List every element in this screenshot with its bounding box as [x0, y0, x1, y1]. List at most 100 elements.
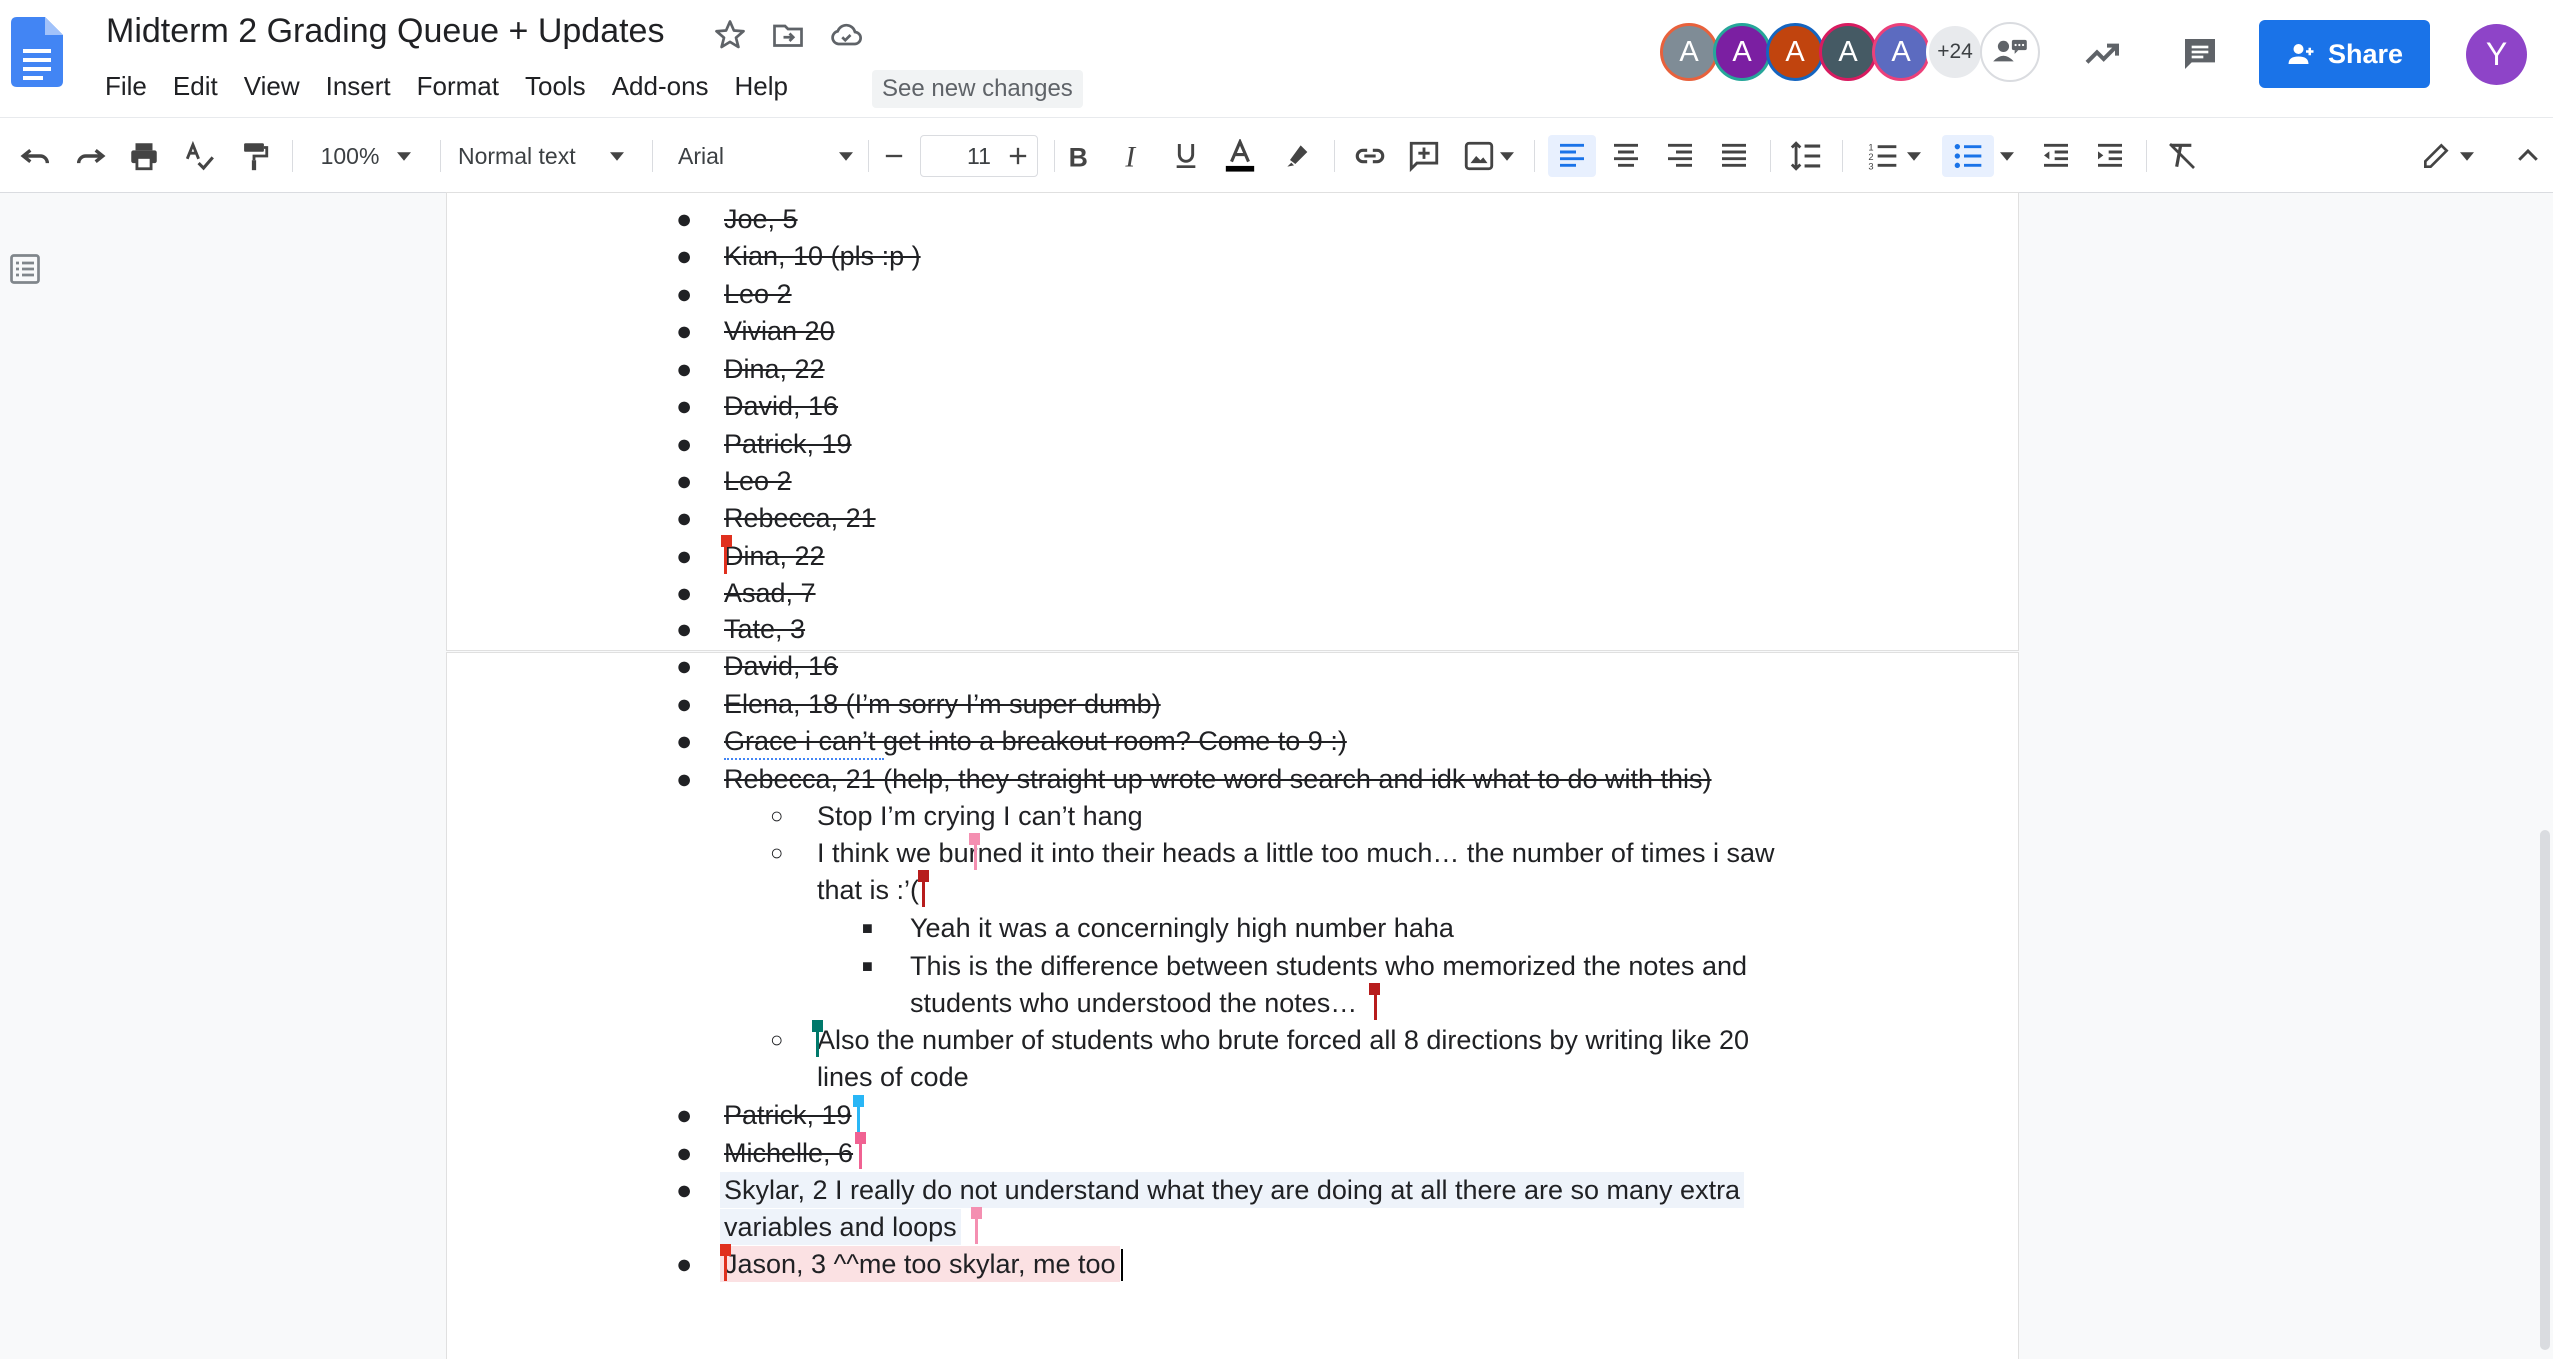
star-icon[interactable] [712, 17, 748, 53]
highlight-color-icon[interactable] [1276, 135, 1320, 177]
align-left-icon[interactable] [1548, 135, 1596, 177]
bullet: ● [676, 204, 693, 234]
list-item[interactable]: Leo 2 [724, 276, 792, 312]
zoom-select[interactable]: 100% [306, 135, 426, 177]
menu-file[interactable]: File [92, 68, 160, 104]
hide-menus-chevron-up-icon[interactable] [2510, 135, 2546, 177]
editing-mode-button[interactable] [2412, 135, 2482, 177]
menu-addons[interactable]: Add-ons [599, 68, 722, 104]
insert-image-icon[interactable] [1456, 135, 1520, 177]
list-item-highlighted[interactable]: Skylar, 2 I really do not understand wha… [720, 1172, 1745, 1208]
comments-icon[interactable] [2178, 34, 2222, 74]
menu-tools[interactable]: Tools [512, 68, 599, 104]
align-justify-icon[interactable] [1710, 135, 1758, 177]
menu-format[interactable]: Format [404, 68, 512, 104]
list-item[interactable]: Dina, 22 [724, 538, 825, 574]
increase-indent-icon[interactable] [2088, 135, 2132, 177]
list-item[interactable]: This is the difference between students … [910, 948, 1747, 984]
pencil-icon [2424, 143, 2449, 168]
document-outline-icon[interactable] [7, 251, 43, 287]
bold-icon[interactable]: B [1056, 135, 1100, 177]
more-collaborators-count[interactable]: +24 [1926, 23, 1984, 81]
collaborator-avatar[interactable]: A [1660, 23, 1718, 81]
list-item[interactable]: Patrick, 19 [724, 1097, 852, 1133]
list-item[interactable]: Kian, 10 (pls :p ) [724, 238, 921, 274]
cloud-saved-icon[interactable] [828, 17, 864, 53]
list-item-continuation[interactable]: lines of code [817, 1059, 969, 1095]
viewers-icon[interactable] [1980, 22, 2040, 82]
account-avatar[interactable]: Y [2466, 24, 2527, 85]
bullet: ● [676, 541, 693, 571]
insert-link-icon[interactable] [1348, 135, 1392, 177]
menu-view[interactable]: View [231, 68, 313, 104]
list-item[interactable]: Rebecca, 21 [724, 500, 876, 536]
paint-format-icon[interactable] [232, 135, 276, 177]
list-item[interactable]: Elena, 18 (I’m sorry I’m super dumb) [724, 686, 1161, 722]
spellcheck-icon[interactable] [178, 135, 222, 177]
text-color-icon[interactable] [1218, 135, 1262, 177]
list-item[interactable]: Vivian 20 [724, 313, 835, 349]
list-item-continuation[interactable]: that is :’( [817, 872, 919, 908]
align-center-icon[interactable] [1602, 135, 1650, 177]
activity-trend-icon[interactable] [2080, 34, 2124, 74]
bullet: ● [676, 689, 693, 719]
list-item[interactable]: David, 16 [724, 388, 838, 424]
align-right-icon[interactable] [1656, 135, 1704, 177]
see-new-changes-button[interactable]: See new changes [872, 70, 1083, 108]
list-item-continuation[interactable]: variables and loops [720, 1209, 961, 1245]
increase-font-size-button[interactable] [1000, 135, 1036, 177]
list-item[interactable]: Patrick, 19 [724, 426, 852, 462]
move-to-folder-icon[interactable] [770, 17, 806, 53]
italic-icon[interactable]: I [1110, 135, 1154, 177]
collaborator-cursor [974, 838, 977, 870]
chevron-down-icon [2000, 151, 2014, 161]
list-item[interactable]: Michelle, 6 [724, 1135, 853, 1171]
menu-edit[interactable]: Edit [160, 68, 231, 104]
bullet: ● [676, 651, 693, 681]
underline-icon[interactable] [1164, 135, 1208, 177]
undo-icon[interactable] [14, 135, 58, 177]
collaborator-avatar[interactable]: A [1713, 23, 1771, 81]
collaborator-avatar[interactable]: A [1819, 23, 1877, 81]
bullet: ● [676, 279, 693, 309]
list-item-highlighted[interactable]: Jason, 3 ^^me too skylar, me too [720, 1246, 1120, 1282]
list-item[interactable]: Asad, 7 [724, 575, 816, 611]
list-item-continuation[interactable]: students who understood the notes… [910, 985, 1357, 1021]
share-button[interactable]: Share [2259, 20, 2430, 88]
list-item[interactable]: Tate, 3 [724, 611, 805, 647]
menu-insert[interactable]: Insert [313, 68, 404, 104]
toolbar-divider [292, 140, 293, 172]
bullet: ● [676, 503, 693, 533]
numbered-list-icon[interactable]: 123 [1858, 135, 1930, 177]
clear-formatting-icon[interactable] [2160, 135, 2204, 177]
line-spacing-icon[interactable] [1782, 135, 1830, 177]
chevron-down-icon [1907, 151, 1921, 161]
list-item[interactable]: I think we burned it into their heads a … [817, 835, 1774, 871]
scrollbar-thumb[interactable] [2540, 830, 2550, 1350]
list-item[interactable]: Stop I’m crying I can’t hang [817, 798, 1143, 834]
font-family-select[interactable]: Arial [678, 135, 858, 177]
decrease-font-size-button[interactable] [874, 135, 914, 177]
paragraph-style-select[interactable]: Normal text [458, 135, 638, 177]
sub-bullet: ○ [770, 840, 784, 865]
insert-comment-icon[interactable] [1402, 135, 1446, 177]
bulleted-list-icon[interactable] [1942, 135, 1994, 177]
bullet: ● [676, 1249, 693, 1279]
list-item[interactable]: Rebecca, 21 (help, they straight up wrot… [724, 761, 1712, 797]
bulleted-list-dropdown[interactable] [1996, 135, 2018, 177]
list-item[interactable]: Yeah it was a concerningly high number h… [910, 910, 1454, 946]
list-item[interactable]: Also the number of students who brute fo… [817, 1022, 1749, 1058]
collaborator-avatar[interactable]: A [1872, 23, 1930, 81]
document-title[interactable]: Midterm 2 Grading Queue + Updates [106, 12, 664, 51]
decrease-indent-icon[interactable] [2034, 135, 2078, 177]
redo-icon[interactable] [68, 135, 112, 177]
list-item[interactable]: Dina, 22 [724, 351, 825, 387]
bullet: ● [676, 764, 693, 794]
collaborator-avatar[interactable]: A [1766, 23, 1824, 81]
list-item[interactable]: Joe, 5 [724, 201, 798, 237]
list-item[interactable]: Leo 2 [724, 463, 792, 499]
docs-logo-icon[interactable] [11, 17, 63, 87]
list-item[interactable]: David, 16 [724, 648, 838, 684]
menu-help[interactable]: Help [722, 68, 801, 104]
print-icon[interactable] [122, 135, 166, 177]
